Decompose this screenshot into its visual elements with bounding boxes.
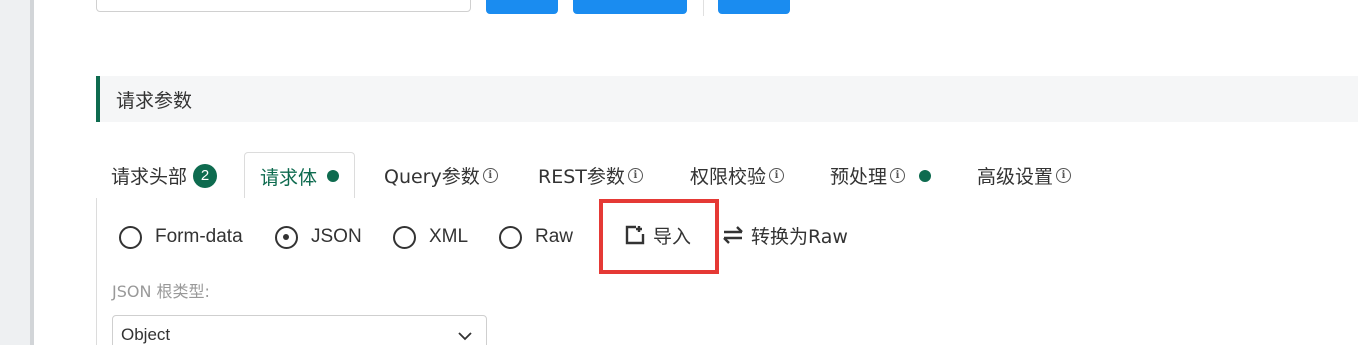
left-sidebar-rail (0, 0, 34, 345)
radio-label: JSON (311, 226, 362, 247)
import-button[interactable]: 导入 (624, 220, 691, 250)
top-secondary-button[interactable] (573, 0, 687, 14)
count-badge: 2 (193, 163, 218, 188)
json-root-type-label: JSON 根类型: (112, 282, 210, 301)
radio-label: Raw (535, 226, 574, 247)
tab-label: 高级设置 (977, 166, 1054, 188)
info-icon: i (890, 168, 906, 183)
tab-label: 预处理 (830, 166, 888, 188)
radio-raw[interactable]: Raw (499, 222, 573, 252)
import-icon (625, 225, 645, 245)
top-action-button[interactable] (718, 0, 790, 14)
radio-json[interactable]: JSON (275, 222, 362, 252)
status-dot (919, 169, 932, 182)
info-icon: i (627, 168, 643, 183)
tab-label: 请求体 (260, 166, 318, 189)
top-input-field[interactable] (96, 0, 471, 12)
convert-to-raw-button[interactable]: 转换为Raw (721, 220, 848, 250)
info-icon: i (1056, 168, 1072, 183)
tab-preprocess[interactable]: 预处理 i (830, 152, 932, 199)
import-label: 导入 (653, 225, 692, 248)
convert-label: 转换为Raw (751, 225, 848, 248)
radio-label: XML (429, 226, 469, 247)
tab-label: Query参数 (384, 166, 480, 188)
radio-circle-icon (499, 225, 522, 249)
select-value: Object (121, 325, 171, 344)
tab-label: 权限校验 (690, 166, 767, 188)
tab-label: 请求头部 (111, 166, 188, 188)
tab-query-params[interactable]: Query参数 i (384, 152, 498, 199)
section-title: 请求参数 (116, 89, 193, 112)
tab-request-headers[interactable]: 请求头部 2 (111, 152, 218, 199)
tab-request-body[interactable]: 请求体 (244, 152, 356, 200)
radio-xml[interactable]: XML (393, 222, 468, 252)
radio-circle-icon (119, 225, 142, 249)
radio-label: Form-data (155, 226, 243, 247)
top-primary-button[interactable] (486, 0, 558, 14)
tab-auth-check[interactable]: 权限校验 i (690, 152, 785, 199)
status-dot (327, 170, 340, 182)
section-header: 请求参数 (96, 76, 1358, 122)
swap-arrows-icon (723, 226, 743, 244)
tab-rest-params[interactable]: REST参数 i (538, 152, 643, 199)
chevron-down-icon (458, 332, 472, 341)
tab-label: REST参数 (538, 166, 625, 188)
toolbar-divider (703, 0, 704, 16)
radio-checked-icon (275, 225, 298, 249)
tab-advanced-settings[interactable]: 高级设置 i (977, 152, 1072, 199)
radio-circle-icon (393, 225, 416, 249)
info-icon: i (482, 168, 498, 183)
radio-form-data[interactable]: Form-data (119, 222, 243, 252)
json-root-type-select[interactable]: Object (112, 315, 487, 345)
info-icon: i (769, 168, 785, 183)
